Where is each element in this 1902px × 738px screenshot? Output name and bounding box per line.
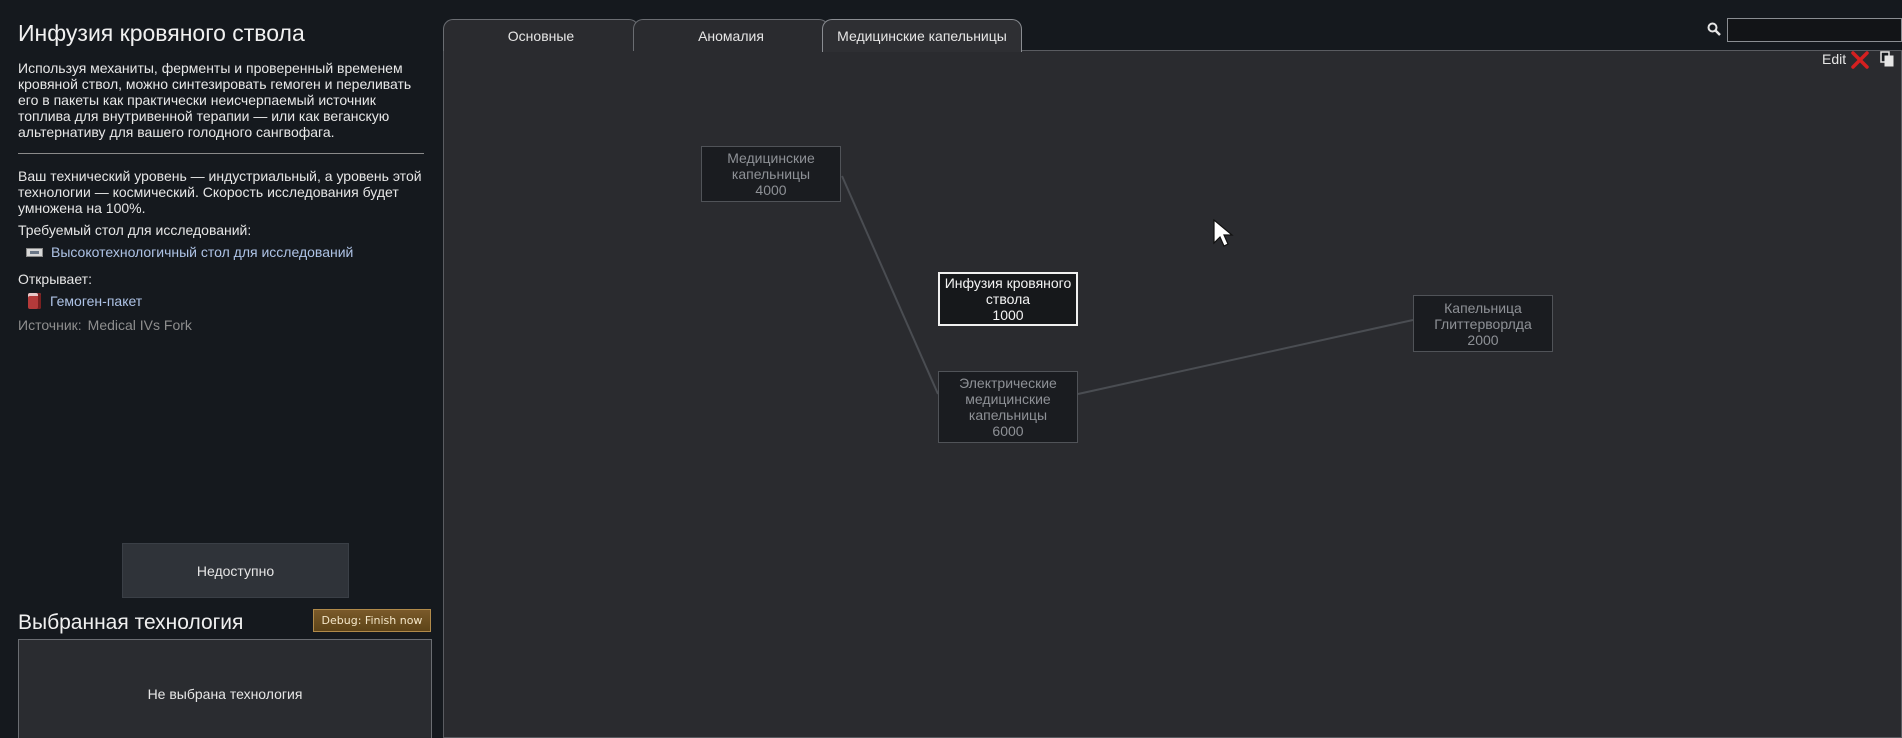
tech-node-cost: 4000 [755,182,787,198]
tech-info-panel: Инфузия кровяного ствола Используя механ… [0,0,441,738]
tech-description: Используя механиты, ферменты и проверенн… [18,60,412,140]
tech-level-text: Ваш технический уровень — индустриальный… [18,168,422,216]
no-selection-text: Не выбрана технология [147,686,303,702]
tech-node-glitterworld-drip[interactable]: Капельница Глиттерворлда 2000 [1413,295,1553,352]
selected-tech-title: Выбранная технология [18,611,244,634]
source-label: Источник: [18,317,82,333]
tech-node-cost: 2000 [1467,331,1499,348]
research-bench-icon [26,247,43,257]
tech-node-hemogen-infusion[interactable]: Инфузия кровяного ствола 1000 [938,272,1078,326]
close-icon[interactable] [1850,50,1870,70]
required-bench-name: Высокотехнологичный стол для исследовани… [51,244,354,260]
source-line: Источник: Medical IVs Fork [18,317,192,333]
divider [18,153,424,154]
tech-node-cost: 6000 [992,423,1024,439]
unlock-item-name: Гемоген-пакет [50,293,143,309]
tech-title: Инфузия кровяного ствола [18,20,305,46]
tech-node-name: Инфузия кровяного ствола [944,275,1072,307]
tech-node-name: Электрические медицинские капельницы [959,375,1057,423]
source-value: Medical IVs Fork [87,317,192,333]
debug-finish-button[interactable]: Debug: Finish now [313,609,431,632]
unavailable-button[interactable]: Недоступно [122,543,349,598]
edit-label[interactable]: Edit [1822,51,1846,67]
mouse-cursor-icon [1213,219,1234,247]
copy-icon[interactable] [1880,51,1894,67]
hemogen-pack-icon [28,293,41,309]
tab-main[interactable]: Основные [443,19,639,51]
tech-node-medical-drips[interactable]: Медицинские капельницы 4000 [701,146,841,202]
tab-medical-drips[interactable]: Медицинские капельницы [822,19,1022,52]
search-input[interactable] [1727,18,1902,42]
tech-node-electric-drips[interactable]: Электрические медицинские капельницы 600… [938,371,1078,443]
tab-anomaly[interactable]: Аномалия [633,19,829,51]
tech-node-name: Медицинские капельницы [727,150,815,182]
research-tree-area[interactable] [443,50,1902,738]
tech-node-name: Капельница Глиттерворлда [1434,299,1532,332]
search-icon[interactable] [1707,22,1721,36]
required-bench-link[interactable]: Высокотехнологичный стол для исследовани… [26,244,353,260]
required-bench-label: Требуемый стол для исследований: [18,222,252,238]
selected-tech-box: Не выбрана технология [18,639,432,738]
unlock-item-link[interactable]: Гемоген-пакет [28,293,142,309]
tech-node-cost: 1000 [992,307,1024,323]
unlocks-label: Открывает: [18,271,92,287]
